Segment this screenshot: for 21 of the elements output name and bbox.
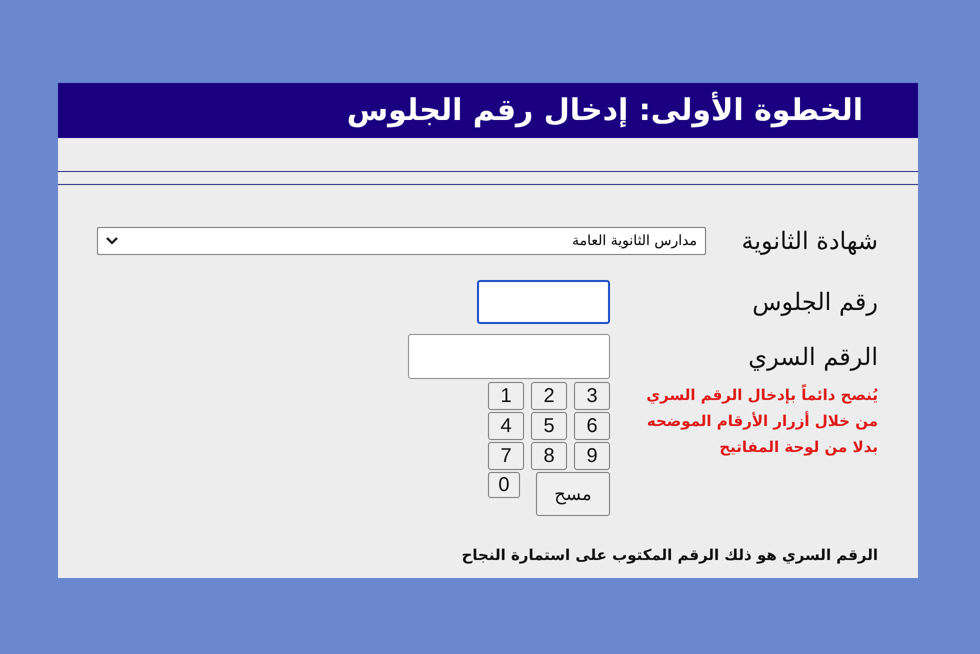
digit-key[interactable]: 8 — [531, 442, 567, 470]
certificate-select[interactable]: مدارس الثانوية العامة — [97, 227, 706, 255]
digit-key[interactable]: 2 — [531, 382, 567, 410]
digit-key[interactable]: 6 — [574, 412, 610, 440]
digit-key[interactable]: 3 — [574, 382, 610, 410]
digit-key[interactable]: 4 — [488, 412, 524, 440]
digit-key[interactable]: 1 — [488, 382, 524, 410]
clear-button[interactable]: مسح — [536, 472, 610, 516]
digit-key[interactable]: 9 — [574, 442, 610, 470]
step-title: الخطوة الأولى: إدخال رقم الجلوس — [58, 83, 918, 138]
chevron-down-icon — [106, 237, 118, 245]
seat-number-label: رقم الجلوس — [751, 288, 878, 316]
digit-key[interactable]: 7 — [488, 442, 524, 470]
certificate-label: شهادة الثانوية — [740, 227, 878, 255]
secret-number-label: الرقم السري — [747, 342, 878, 370]
secret-number-hint: الرقم السري هو ذلك الرقم المكتوب على استمارة النجاح — [460, 546, 878, 564]
digit-key[interactable]: 5 — [531, 412, 567, 440]
seat-number-field[interactable] — [477, 280, 610, 324]
keypad-advice: يُنصح دائماً بإدخال الرقم السري من خلال أزرار الأرقام الموضحه بدلا من لوحة المفاتيح — [645, 383, 878, 458]
digit-key[interactable]: 0 — [488, 472, 520, 498]
secret-number-field[interactable] — [408, 334, 610, 379]
